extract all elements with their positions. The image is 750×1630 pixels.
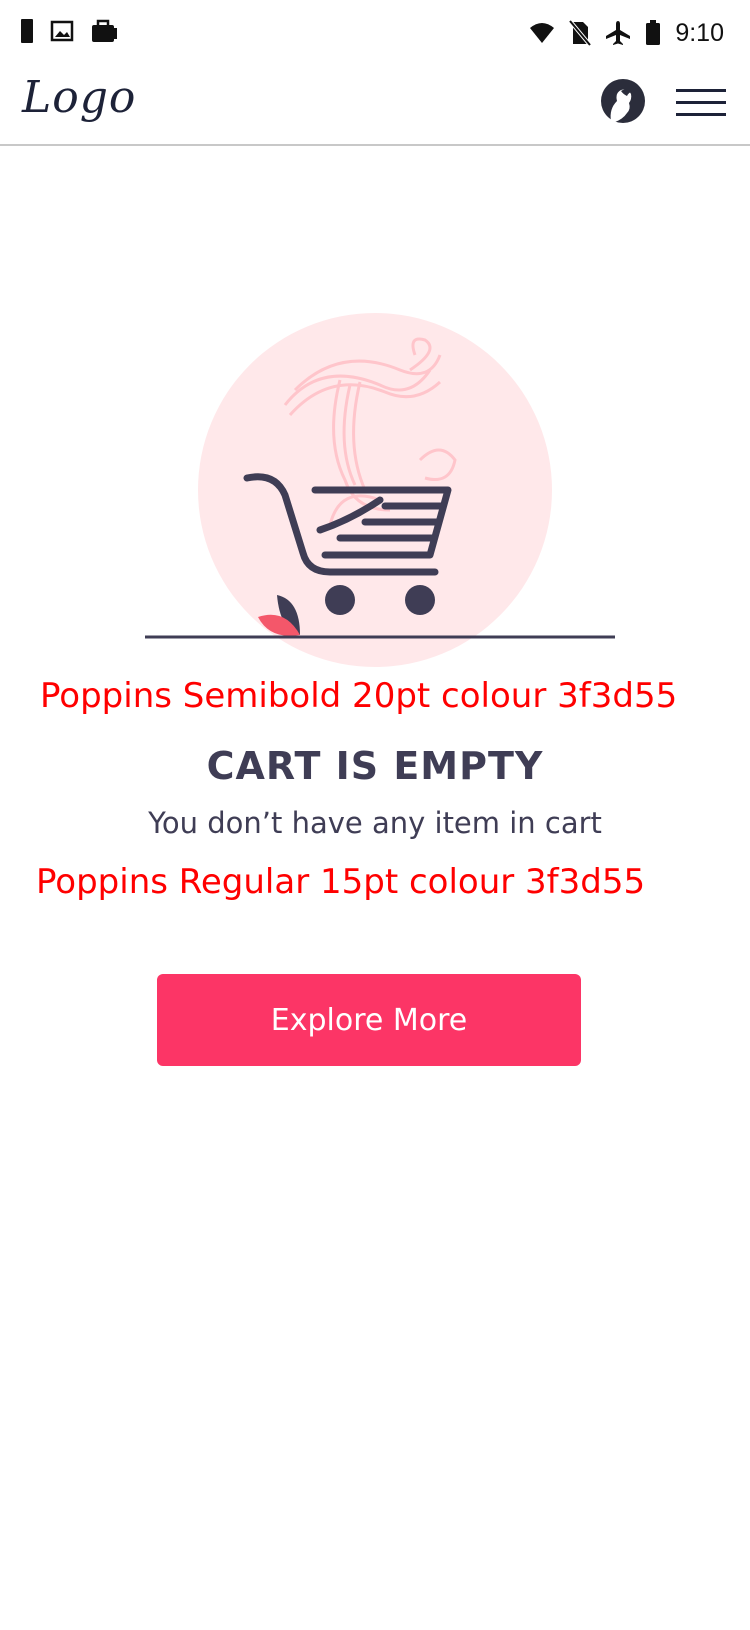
status-bar-left-icons	[20, 18, 118, 44]
explore-more-button[interactable]: Explore More	[157, 974, 581, 1066]
profile-avatar-icon[interactable]	[601, 79, 645, 123]
empty-cart-message: You don’t have any item in cart	[148, 806, 602, 840]
briefcase-icon	[90, 19, 118, 43]
empty-cart-illustration	[140, 310, 620, 670]
status-bar-right-icons: 9:10	[529, 18, 724, 48]
status-bar: 9:10	[0, 0, 750, 66]
wifi-icon	[529, 22, 555, 44]
empty-cart-title: CART IS EMPTY	[206, 744, 544, 788]
cart-wheel-right	[405, 585, 435, 615]
airplane-icon	[605, 20, 631, 46]
body-font-spec-note: Poppins Regular 15pt colour 3f3d55	[36, 862, 646, 902]
battery-icon	[645, 20, 661, 46]
status-time: 9:10	[675, 19, 724, 47]
top-navbar: Logo	[0, 66, 750, 146]
sim-card-icon	[20, 18, 34, 44]
heading-font-spec-note: Poppins Semibold 20pt colour 3f3d55	[40, 676, 678, 716]
logo[interactable]: Logo	[22, 72, 136, 123]
hamburger-menu-icon[interactable]	[676, 88, 726, 118]
no-sim-icon	[569, 20, 592, 46]
image-icon	[50, 20, 74, 42]
cart-wheel-left	[325, 585, 355, 615]
